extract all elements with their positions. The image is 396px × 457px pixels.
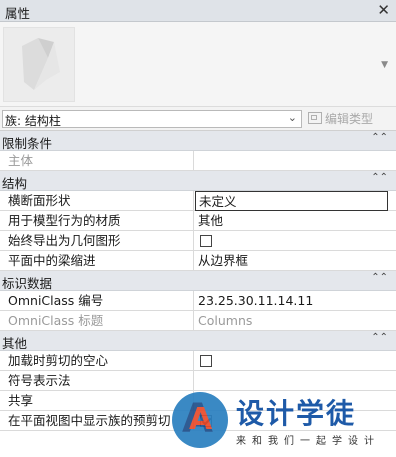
section-structural[interactable]: 结构 ⌃⌃: [0, 171, 396, 191]
family-type-dropdown[interactable]: 族: 结构柱 ⌄: [2, 110, 302, 128]
property-name: 共享: [0, 391, 194, 411]
export-geometry-checkbox[interactable]: [200, 235, 212, 247]
property-value: Columns: [198, 313, 253, 328]
type-preview-area[interactable]: ▼: [0, 22, 396, 107]
property-name: 在平面视图中显示族的预剪切: [0, 411, 194, 431]
property-row-cross-section-shape: 横断面形状 未定义: [0, 191, 396, 211]
property-value[interactable]: [195, 371, 388, 391]
property-row-host: 主体: [0, 151, 396, 171]
section-label: 结构: [2, 176, 28, 191]
property-name: 主体: [0, 151, 194, 171]
section-other[interactable]: 其他 ⌃⌃: [0, 331, 396, 351]
property-row-beam-cutback: 平面中的梁缩进 从边界框: [0, 251, 396, 271]
edit-type-label: 编辑类型: [325, 112, 374, 126]
property-row-show-precut-in-plan: 在平面视图中显示族的预剪切: [0, 411, 396, 431]
show-precut-checkbox[interactable]: [200, 415, 212, 427]
property-value[interactable]: 其他: [195, 211, 388, 231]
property-name: 用于模型行为的材质: [0, 211, 194, 231]
property-value: [195, 351, 388, 371]
edit-type-button[interactable]: 编辑类型: [308, 110, 394, 128]
property-name: OmniClass 编号: [0, 291, 194, 311]
cut-voids-checkbox[interactable]: [200, 355, 212, 367]
property-value: [195, 411, 388, 431]
collapse-icon[interactable]: ⌃⌃: [371, 172, 388, 183]
property-name: 横断面形状: [0, 191, 194, 211]
property-row-export-geometry: 始终导出为几何图形: [0, 231, 396, 251]
property-value[interactable]: [195, 391, 388, 411]
section-constraints[interactable]: 限制条件 ⌃⌃: [0, 131, 396, 151]
section-label: 其他: [2, 336, 28, 351]
family-type-value: 族: 结构柱: [5, 114, 61, 128]
property-value: [195, 231, 388, 251]
properties-grid: 限制条件 ⌃⌃ 主体 结构 ⌃⌃ 横断面形状 未定义 用于模型行为的材质 其他 …: [0, 131, 396, 457]
type-selector-bar: 族: 结构柱 ⌄ 编辑类型: [0, 107, 396, 131]
property-row-shared: 共享: [0, 391, 396, 411]
section-label: 标识数据: [2, 276, 53, 291]
collapse-icon[interactable]: ⌃⌃: [371, 272, 388, 283]
type-dropdown-arrow-icon[interactable]: ▼: [381, 60, 388, 70]
property-value: [195, 151, 388, 171]
property-value-input[interactable]: 未定义: [195, 191, 388, 211]
chevron-down-icon: ⌄: [287, 111, 297, 124]
property-name: 平面中的梁缩进: [0, 251, 194, 271]
column-shape-icon: [22, 38, 60, 90]
edit-type-icon: [308, 112, 322, 124]
properties-titlebar: 属性 ✕: [0, 0, 396, 22]
property-name: OmniClass 标题: [0, 311, 194, 331]
property-row-omniclass-title: OmniClass 标题 Columns: [0, 311, 396, 331]
panel-title: 属性: [5, 6, 31, 21]
property-name: 加载时剪切的空心: [0, 351, 194, 371]
section-identity-data[interactable]: 标识数据 ⌃⌃: [0, 271, 396, 291]
family-thumbnail: [3, 27, 75, 102]
property-row-omniclass-number: OmniClass 编号 23.25.30.11.14.11: [0, 291, 396, 311]
collapse-icon[interactable]: ⌃⌃: [371, 332, 388, 343]
property-name: 符号表示法: [0, 371, 194, 391]
section-label: 限制条件: [2, 136, 53, 151]
property-row-symbolic-representation: 符号表示法: [0, 371, 396, 391]
property-row-cut-voids-on-load: 加载时剪切的空心: [0, 351, 396, 371]
property-name: 始终导出为几何图形: [0, 231, 194, 251]
property-row-material: 用于模型行为的材质 其他: [0, 211, 396, 231]
close-icon[interactable]: ✕: [377, 1, 390, 19]
collapse-icon[interactable]: ⌃⌃: [371, 132, 388, 143]
property-value[interactable]: 从边界框: [195, 251, 388, 271]
property-value[interactable]: 23.25.30.11.14.11: [195, 291, 388, 311]
